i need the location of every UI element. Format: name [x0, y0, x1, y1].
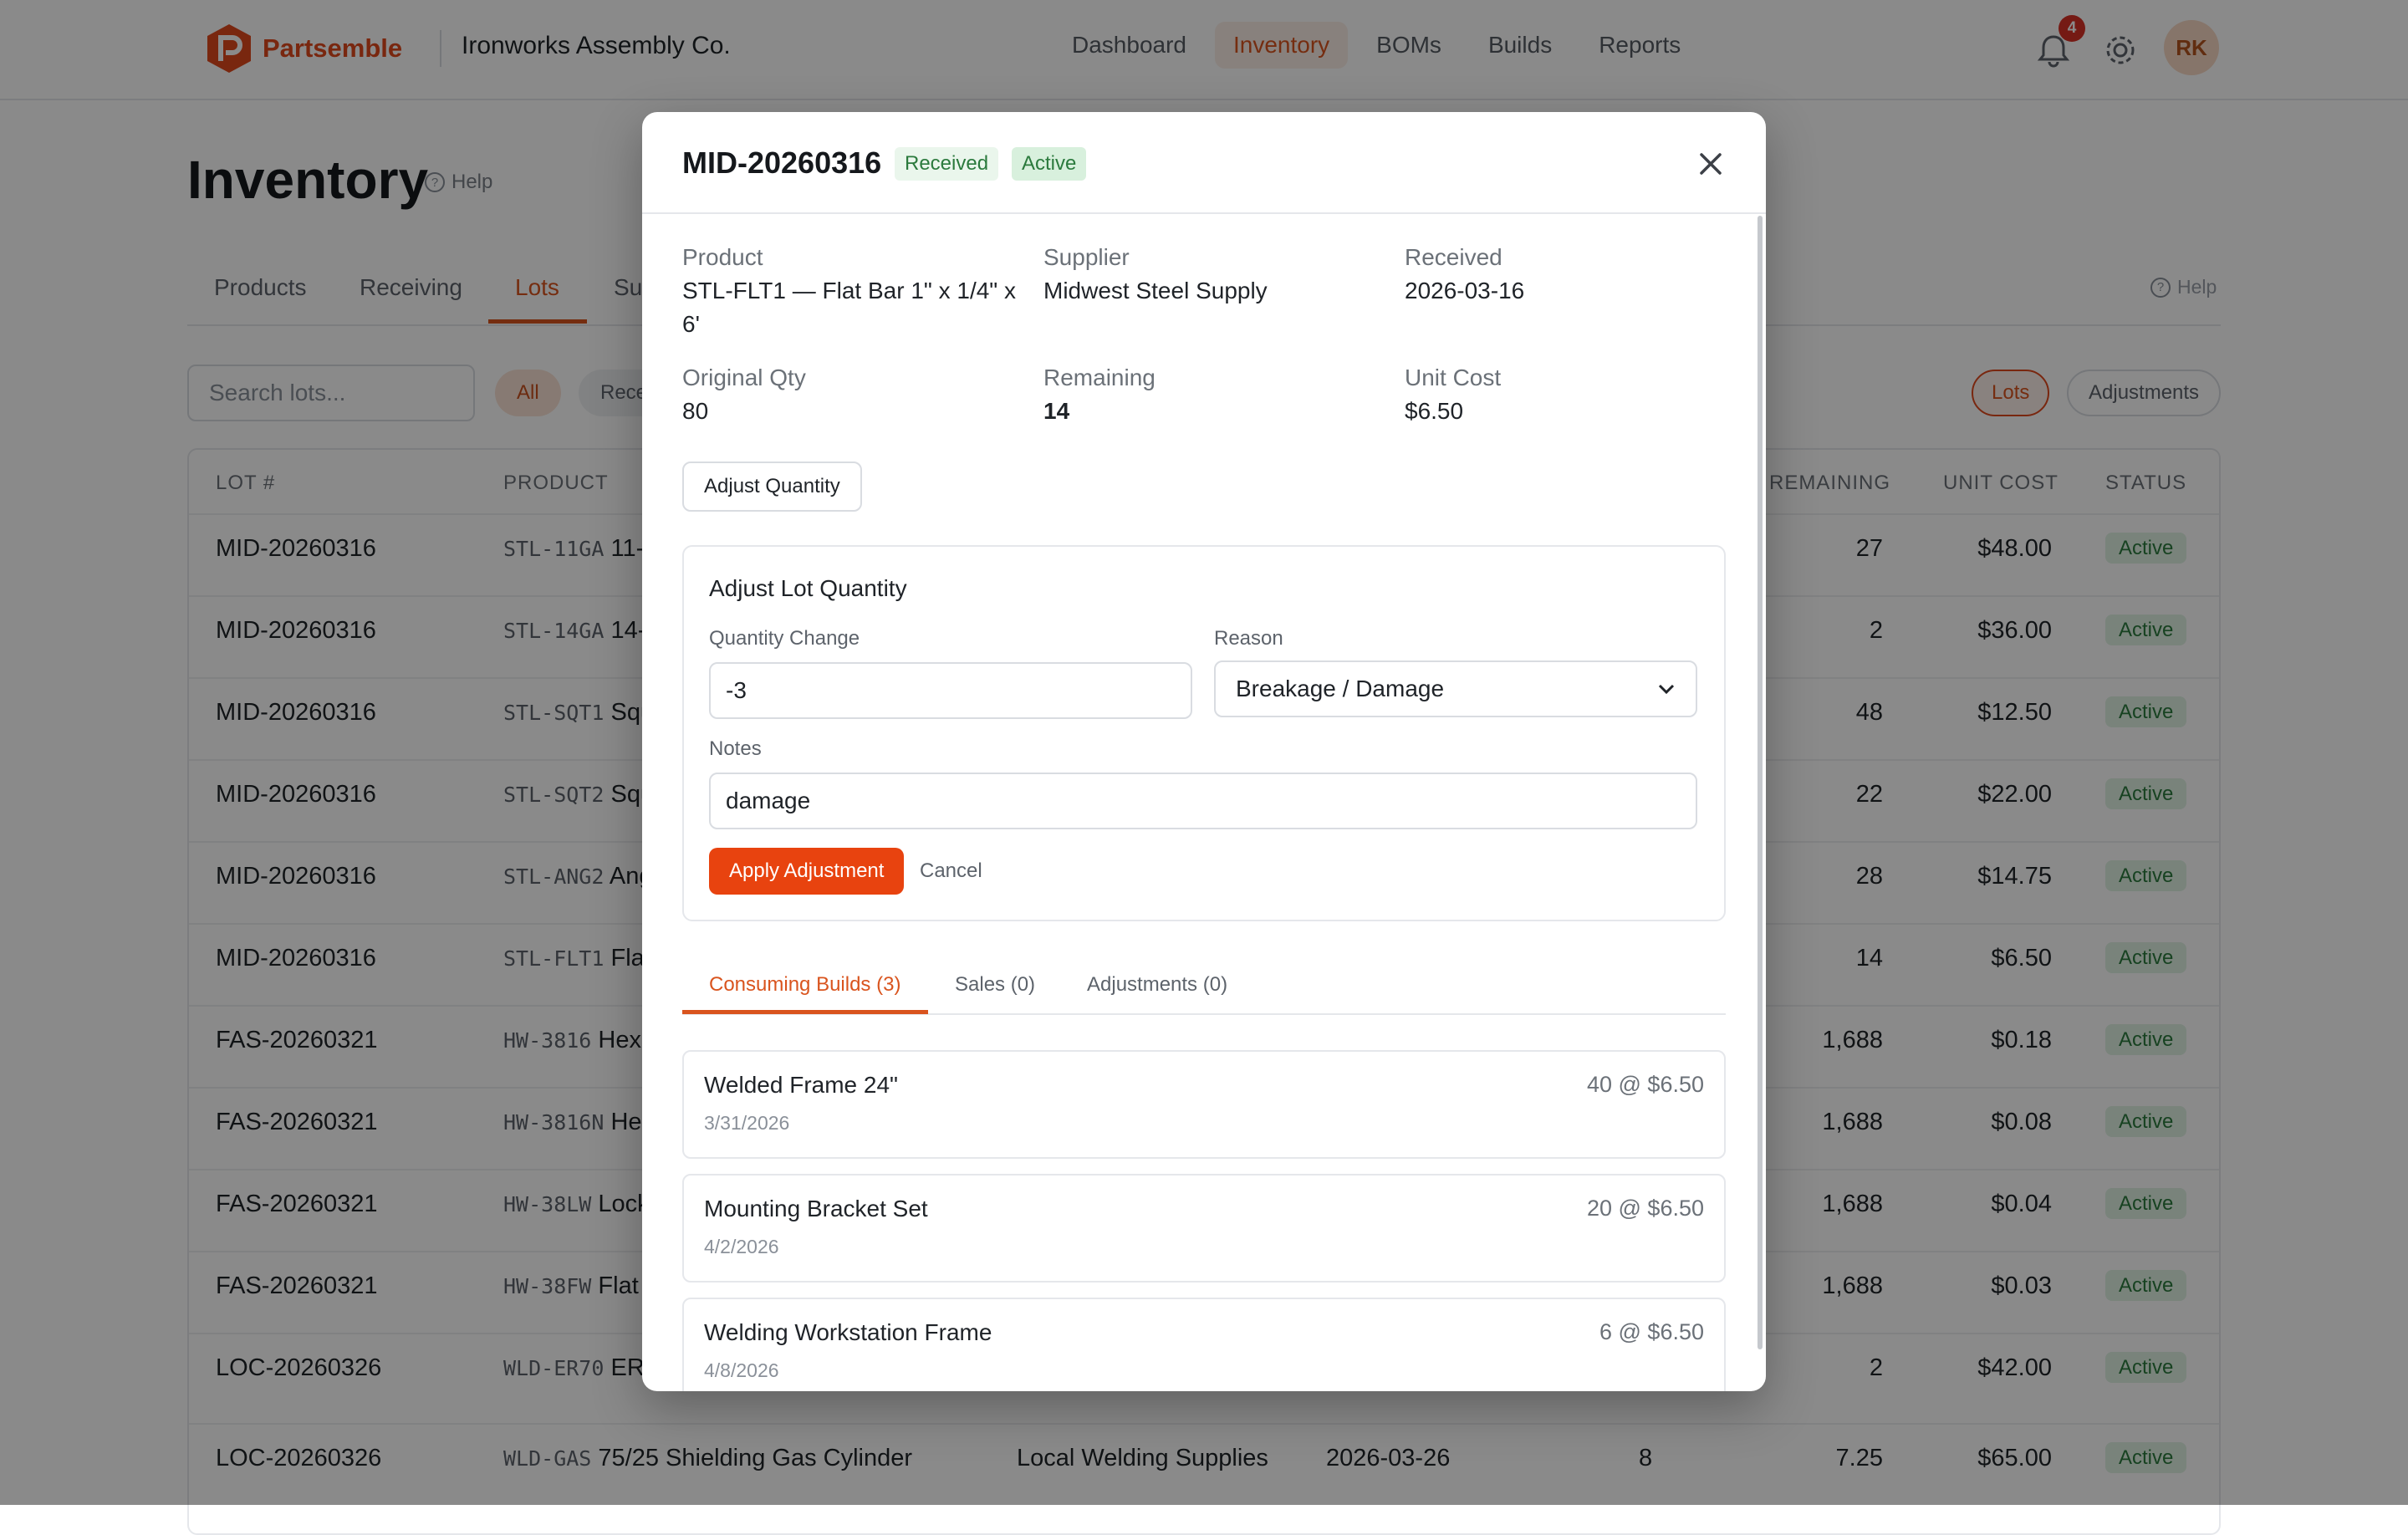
modal-scrollbar[interactable]	[1758, 216, 1763, 1349]
tab-sales[interactable]: Sales (0)	[955, 973, 1035, 997]
tab-adjustments[interactable]: Adjustments (0)	[1087, 973, 1227, 997]
apply-adjustment-button[interactable]: Apply Adjustment	[709, 848, 905, 895]
lot-detail-modal: MID-20260316 Received Active Product STL…	[642, 112, 1766, 1391]
chevron-down-icon	[1658, 684, 1675, 695]
adjust-quantity-button[interactable]: Adjust Quantity	[682, 462, 862, 512]
build-date: 4/2/2026	[704, 1236, 779, 1257]
build-name: Mounting Bracket Set	[704, 1196, 928, 1221]
build-name: Welding Workstation Frame	[704, 1319, 992, 1345]
supplier-label: Supplier	[1043, 244, 1130, 270]
tab-consuming-builds[interactable]: Consuming Builds (3)	[709, 973, 900, 997]
remaining-label: Remaining	[1043, 365, 1156, 390]
build-date: 4/8/2026	[704, 1359, 779, 1381]
build-quantity: 6 @ $6.50	[1599, 1319, 1704, 1344]
original-qty-value: 80	[682, 398, 709, 424]
reason-label: Reason	[1214, 627, 1283, 650]
notes-input[interactable]: damage	[709, 773, 1697, 829]
build-quantity: 20 @ $6.50	[1586, 1196, 1704, 1221]
reason-select[interactable]: Breakage / Damage	[1214, 660, 1697, 717]
subtab-active-indicator	[682, 1010, 928, 1014]
supplier-value: Midwest Steel Supply	[1043, 278, 1268, 303]
received-label: Received	[1405, 244, 1502, 270]
product-label: Product	[682, 244, 763, 270]
build-name: Welded Frame 24"	[704, 1072, 898, 1098]
build-list-item[interactable]	[682, 1174, 1726, 1283]
quantity-change-input[interactable]: -3	[709, 662, 1192, 719]
modal-title: MID-20260316	[682, 145, 882, 180]
build-quantity: 40 @ $6.50	[1586, 1072, 1704, 1097]
unit-cost-label: Unit Cost	[1405, 365, 1502, 390]
remaining-value: 14	[1043, 398, 1070, 424]
build-list-item[interactable]	[682, 1050, 1726, 1159]
quantity-change-label: Quantity Change	[709, 627, 860, 650]
adjust-form-title: Adjust Lot Quantity	[709, 575, 907, 601]
build-date: 3/31/2026	[704, 1112, 790, 1134]
original-qty-label: Original Qty	[682, 365, 806, 390]
active-badge: Active	[1012, 147, 1087, 181]
product-value: STL-FLT1 — Flat Bar 1" x 1/4" x 6'	[682, 278, 1017, 337]
notes-label: Notes	[709, 737, 762, 760]
received-value: 2026-03-16	[1405, 278, 1525, 303]
reason-selected-value: Breakage / Damage	[1236, 676, 1445, 701]
received-badge: Received	[895, 147, 999, 181]
unit-cost-value: $6.50	[1405, 398, 1464, 424]
cancel-button[interactable]: Cancel	[920, 859, 982, 883]
close-icon[interactable]	[1694, 147, 1727, 181]
